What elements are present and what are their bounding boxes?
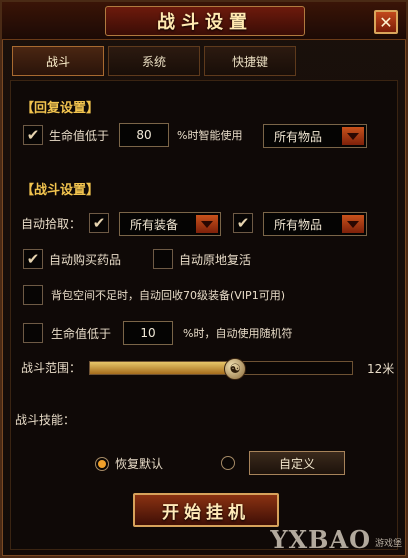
pickup-equipment-value: 所有装备 (130, 217, 179, 232)
tab-system[interactable]: 系统 (108, 46, 200, 76)
hp-threshold-input[interactable]: 80 (119, 123, 170, 147)
auto-recycle-row: 背包空间不足时，自动回收70级装备(VIP1可用) (23, 285, 285, 305)
hp-recovery-suffix: %时智能使用 (177, 129, 243, 142)
watermark-sub: 游戏堡 (374, 539, 402, 549)
dropdown-arrow-icon (342, 215, 364, 233)
low-hp-row: 生命值低于 10 %时，自动使用随机符 (23, 321, 292, 345)
window-title: 战斗设置 (105, 6, 305, 36)
check-icon: ✔ (236, 214, 250, 232)
tab-battle[interactable]: 战斗 (12, 46, 104, 76)
dropdown-arrow-icon (196, 215, 218, 233)
auto-buy-checkbox[interactable]: ✔ (23, 249, 43, 269)
recovery-item-select[interactable]: 所有物品 (263, 124, 367, 148)
slider-knob-icon[interactable]: ☯ (224, 358, 247, 380)
battle-range-value: 12米 (367, 362, 395, 376)
hp-recovery-label: 生命值低于 (49, 128, 110, 143)
pickup-equipment-checkbox[interactable]: ✔ (89, 213, 109, 233)
recovery-item-value: 所有物品 (274, 129, 323, 144)
pickup-items-checkbox[interactable]: ✔ (233, 213, 253, 233)
restore-default-option[interactable]: 恢复默认 (95, 455, 163, 472)
low-hp-threshold-input[interactable]: 10 (123, 321, 174, 345)
battle-range-slider[interactable]: ☯ (89, 358, 353, 380)
custom-button[interactable]: 自定义 (249, 451, 345, 475)
custom-radio[interactable] (221, 456, 235, 470)
auto-pickup-label: 自动拾取： (21, 217, 82, 231)
auto-recycle-checkbox[interactable] (23, 285, 43, 305)
auto-buy-row: ✔ 自动购买药品 (23, 249, 121, 269)
battle-settings-window: 战斗设置 ✕ 战斗 系统 快捷键 【回复设置】 ✔ 生命值低于 80 %时智能使… (0, 0, 408, 558)
auto-revive-row: 自动原地复活 (153, 249, 251, 269)
pickup-equipment-select[interactable]: 所有装备 (119, 212, 221, 236)
pickup-items-select[interactable]: 所有物品 (263, 212, 367, 236)
watermark-logo: YXBAO 游戏堡 (270, 525, 402, 554)
close-icon: ✕ (379, 12, 393, 32)
check-icon: ✔ (26, 126, 40, 144)
tab-hotkeys[interactable]: 快捷键 (204, 46, 296, 76)
auto-revive-label: 自动原地复活 (179, 252, 252, 267)
check-icon: ✔ (92, 214, 106, 232)
restore-default-label: 恢复默认 (115, 457, 164, 471)
auto-buy-label: 自动购买药品 (49, 252, 122, 267)
close-button[interactable]: ✕ (374, 10, 398, 34)
settings-content: 【回复设置】 ✔ 生命值低于 80 %时智能使用 所有物品 【战斗设置】 自动拾… (10, 80, 398, 550)
recovery-section-title: 【回复设置】 (21, 101, 100, 116)
low-hp-suffix: %时，自动使用随机符 (183, 327, 293, 340)
restore-default-radio[interactable] (95, 456, 109, 471)
hp-recovery-row: ✔ 生命值低于 80 %时智能使用 (23, 123, 242, 147)
auto-revive-checkbox[interactable] (153, 249, 173, 269)
hp-recovery-checkbox[interactable]: ✔ (23, 125, 43, 145)
pickup-items-value: 所有物品 (274, 217, 323, 232)
auto-recycle-label: 背包空间不足时，自动回收70级装备(VIP1可用) (51, 289, 285, 302)
tab-bar: 战斗 系统 快捷键 (12, 46, 296, 76)
low-hp-label: 生命值低于 (51, 326, 112, 341)
battle-range-label: 战斗范围： (21, 361, 82, 375)
title-bar: 战斗设置 ✕ (2, 2, 406, 40)
battle-skills-label: 战斗技能： (15, 413, 76, 427)
dropdown-arrow-icon (342, 127, 364, 145)
check-icon: ✔ (26, 250, 40, 268)
combat-section-title: 【战斗设置】 (21, 183, 100, 198)
start-auto-battle-button[interactable]: 开始挂机 (133, 493, 279, 527)
custom-option[interactable]: 自定义 (221, 451, 345, 475)
slider-fill (90, 362, 235, 374)
low-hp-checkbox[interactable] (23, 323, 43, 343)
watermark-brand: YXBAO (270, 525, 371, 554)
